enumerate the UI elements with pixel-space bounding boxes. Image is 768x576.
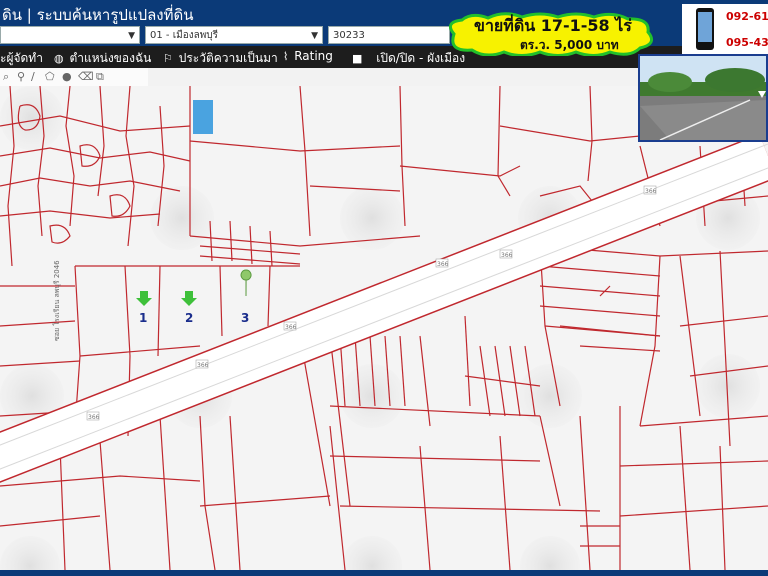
menu-item-history-label: ประวัติความเป็นมา — [178, 51, 278, 65]
smartphone-icon — [696, 8, 714, 50]
search-icon[interactable]: ⌕ — [3, 70, 9, 84]
line-icon[interactable]: ∕ — [31, 70, 35, 83]
circle-icon[interactable]: ● — [62, 70, 72, 83]
province-select[interactable]: ▼ — [0, 26, 140, 44]
toggle-icon: ■ — [352, 52, 363, 65]
chart-icon: ⌇ — [283, 50, 289, 63]
pond — [193, 100, 213, 134]
ad-phone-box: 092-613 095-435 — [682, 4, 768, 56]
polygon-icon[interactable]: ⬠ — [45, 70, 55, 83]
history-icon: ⚐ — [163, 52, 173, 65]
layers-icon[interactable]: ⧉ — [96, 70, 104, 84]
side-road-label: ซอย โรงเรียน ลพบุรี 2046 — [53, 260, 61, 341]
plot-3-pin-icon — [240, 269, 252, 297]
plot-label-2: 2 — [185, 311, 194, 325]
road-shield-label-5: 366 — [501, 252, 513, 259]
ad-phone-1: 092-613 — [726, 10, 768, 23]
chevron-down-icon: ▼ — [311, 31, 318, 41]
clear-icon[interactable]: ⌫ — [78, 70, 94, 83]
menu-item-author[interactable]: ะผู้จัดทำ — [0, 49, 43, 68]
plot-markers — [136, 269, 252, 306]
district-select-value: 01 - เมืองลพบุรี — [150, 30, 219, 41]
bottom-bar — [0, 570, 768, 576]
parcel-number-input[interactable]: 30233 — [328, 26, 450, 44]
plot-1-arrow-icon — [136, 291, 152, 306]
road-shield-label-3: 366 — [285, 324, 297, 331]
district-select[interactable]: 01 - เมืองลพบุรี ▼ — [145, 26, 323, 44]
plot-label-3: 3 — [241, 311, 250, 325]
menu-item-author-label: ะผู้จัดทำ — [0, 51, 43, 65]
road-shield-label-6: 366 — [645, 188, 657, 195]
parcel-number-value: 30233 — [333, 30, 365, 41]
menu-item-rating[interactable]: ⌇ Rating — [283, 49, 333, 63]
street-photo-image — [640, 56, 766, 140]
map-toolbar: ⌕ ⚲ ∕ ⬠ ● ⌫ ⧉ — [0, 68, 148, 87]
globe-icon: ◍ — [54, 52, 64, 65]
menu-item-history[interactable]: ⚐ ประวัติความเป็นมา — [163, 49, 278, 68]
road-shield-label-2: 366 — [197, 362, 209, 369]
plot-2-arrow-icon — [181, 291, 197, 306]
parcel-map[interactable]: 366 366 366 366 366 366 1 2 3 ซอย โรงเรี… — [0, 86, 768, 570]
menu-item-my-location[interactable]: ◍ ตำแหน่งของฉัน — [54, 49, 151, 68]
map-canvas: 366 366 366 366 366 366 — [0, 86, 768, 570]
ad-phone-2: 095-435 — [726, 36, 768, 49]
road-shield-label-1: 366 — [88, 414, 100, 421]
street-photo — [638, 54, 768, 142]
pin-icon[interactable]: ⚲ — [17, 70, 25, 83]
chevron-down-icon: ▼ — [128, 31, 135, 41]
menu-item-rating-label: Rating — [294, 49, 333, 63]
plot-label-1: 1 — [139, 311, 148, 325]
road-shield-label-4: 366 — [437, 261, 449, 268]
ad-price: ตร.ว. 5,000 บาท — [520, 38, 619, 52]
app-title: ดิน | ระบบค้นหารูปแปลงที่ดิน — [2, 6, 194, 24]
menu-item-my-location-label: ตำแหน่งของฉัน — [69, 51, 152, 65]
